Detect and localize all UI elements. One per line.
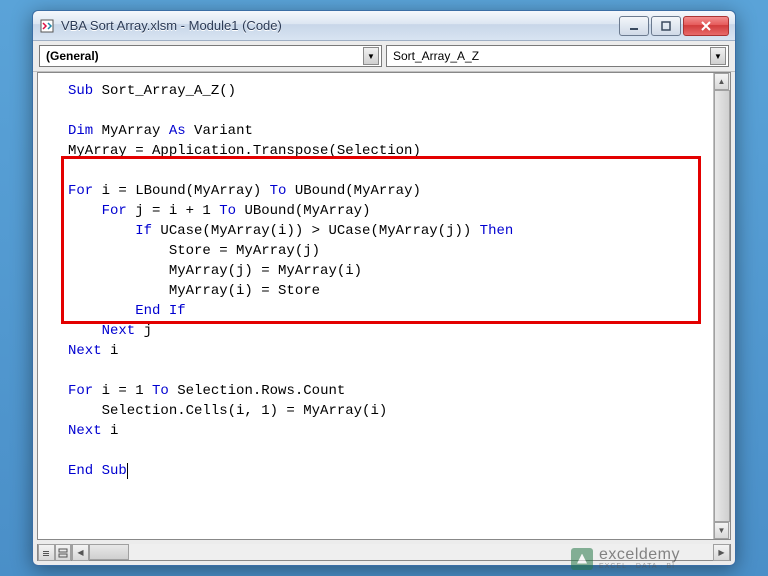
procedure-dropdown[interactable]: Sort_Array_A_Z ▼ xyxy=(386,45,729,67)
full-module-view-button[interactable] xyxy=(55,544,72,561)
window-controls xyxy=(619,16,729,36)
view-toggles xyxy=(38,544,72,560)
procedure-dropdown-value: Sort_Array_A_Z xyxy=(393,49,479,63)
close-button[interactable] xyxy=(683,16,729,36)
chevron-down-icon: ▼ xyxy=(363,47,379,65)
code-editor[interactable]: Sub Sort_Array_A_Z() Dim MyArray As Vari… xyxy=(38,73,713,539)
titlebar[interactable]: VBA Sort Array.xlsm - Module1 (Code) xyxy=(33,11,735,41)
chevron-down-icon: ▼ xyxy=(710,47,726,65)
scroll-left-button[interactable]: ◀ xyxy=(72,544,89,561)
bottom-bar: ◀ ▶ xyxy=(37,544,731,561)
scroll-up-button[interactable]: ▲ xyxy=(714,73,729,90)
scroll-thumb-v[interactable] xyxy=(714,90,730,522)
window-title: VBA Sort Array.xlsm - Module1 (Code) xyxy=(61,18,619,33)
horizontal-scrollbar[interactable]: ◀ ▶ xyxy=(72,544,730,560)
scroll-right-button[interactable]: ▶ xyxy=(713,544,730,561)
vba-module-icon xyxy=(39,18,55,34)
object-dropdown-value: (General) xyxy=(46,49,99,63)
code-container: Sub Sort_Array_A_Z() Dim MyArray As Vari… xyxy=(37,72,731,540)
code-window: VBA Sort Array.xlsm - Module1 (Code) (Ge… xyxy=(32,10,736,566)
scroll-down-button[interactable]: ▼ xyxy=(714,522,729,539)
vertical-scrollbar[interactable]: ▲ ▼ xyxy=(713,73,730,539)
object-dropdown[interactable]: (General) ▼ xyxy=(39,45,382,67)
scroll-track-h[interactable] xyxy=(129,544,713,560)
maximize-button[interactable] xyxy=(651,16,681,36)
procedure-view-button[interactable] xyxy=(38,544,55,561)
dropdown-row: (General) ▼ Sort_Array_A_Z ▼ xyxy=(33,41,735,72)
scroll-thumb-h[interactable] xyxy=(89,544,129,560)
minimize-button[interactable] xyxy=(619,16,649,36)
